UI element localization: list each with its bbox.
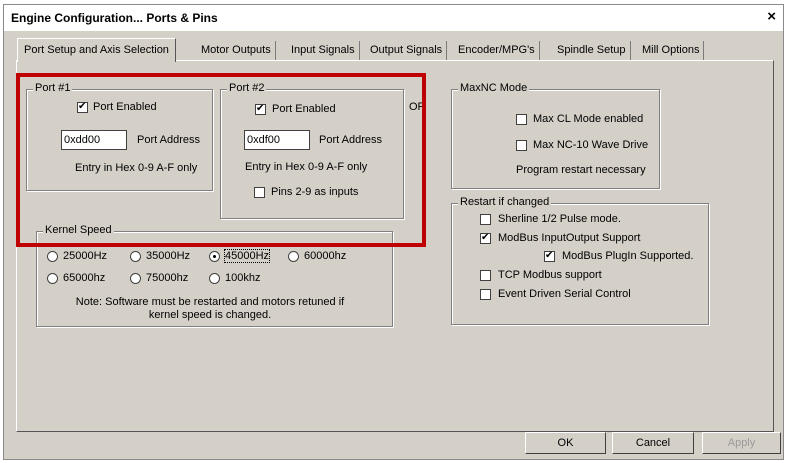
tab-input-signals[interactable]: Input Signals bbox=[287, 41, 360, 60]
event-driven-label: Event Driven Serial Control bbox=[498, 288, 631, 300]
kernel-note: Note: Software must be restarted and mot… bbox=[45, 296, 375, 322]
kernel-label-35000: 35000Hz bbox=[146, 250, 191, 262]
tab-motor-outputs[interactable]: Motor Outputs bbox=[197, 41, 276, 60]
kernel-radio-25000[interactable] bbox=[47, 251, 58, 262]
tcp-modbus-label: TCP Modbus support bbox=[498, 269, 602, 281]
title-bar: Engine Configuration... Ports & Pins × bbox=[4, 5, 783, 31]
kernel-radio-45000[interactable] bbox=[209, 251, 220, 262]
kernel-radio-75000[interactable] bbox=[130, 273, 141, 284]
tcp-modbus-checkbox[interactable] bbox=[480, 270, 491, 281]
window-title: Engine Configuration... Ports & Pins bbox=[11, 11, 218, 25]
max-nc10-label: Max NC-10 Wave Drive bbox=[533, 139, 649, 151]
tab-spindle-setup[interactable]: Spindle Setup bbox=[553, 41, 631, 60]
ok-button[interactable]: OK bbox=[525, 432, 606, 454]
kernel-label-65000: 65000hz bbox=[63, 272, 106, 284]
kernel-note-line2: kernel speed is changed. bbox=[148, 309, 272, 321]
maxnc-group: MaxNC Mode Max CL Mode enabled Max NC-10… bbox=[451, 82, 660, 189]
close-icon[interactable]: × bbox=[767, 9, 776, 24]
modbus-plugin-checkbox[interactable] bbox=[544, 249, 555, 262]
engine-config-dialog: Engine Configuration... Ports & Pins × P… bbox=[3, 4, 784, 460]
cancel-button[interactable]: Cancel bbox=[612, 432, 694, 454]
sherline-label: Sherline 1/2 Pulse mode. bbox=[498, 213, 621, 225]
kernel-label-25000: 25000Hz bbox=[63, 250, 108, 262]
highlight-box bbox=[16, 73, 426, 247]
max-cl-checkbox[interactable] bbox=[516, 114, 527, 125]
kernel-radio-60000[interactable] bbox=[288, 251, 299, 262]
kernel-label-100k: 100khz bbox=[225, 272, 261, 284]
kernel-label-45000: 45000Hz bbox=[223, 249, 271, 263]
maxnc-restart-note: Program restart necessary bbox=[516, 164, 646, 176]
kernel-radio-35000[interactable] bbox=[130, 251, 141, 262]
apply-button[interactable]: Apply bbox=[702, 432, 781, 454]
restart-group: Restart if changed Sherline 1/2 Pulse mo… bbox=[451, 196, 709, 325]
max-nc10-checkbox[interactable] bbox=[516, 140, 527, 151]
tab-mill-options[interactable]: Mill Options bbox=[638, 41, 705, 60]
kernel-label-75000: 75000hz bbox=[146, 272, 189, 284]
kernel-note-line1: Note: Software must be restarted and mot… bbox=[75, 296, 345, 308]
modbus-plugin-label: ModBus PlugIn Supported. bbox=[562, 250, 694, 262]
max-cl-label: Max CL Mode enabled bbox=[533, 113, 644, 125]
maxnc-title: MaxNC Mode bbox=[458, 82, 530, 94]
sherline-checkbox[interactable] bbox=[480, 214, 491, 225]
kernel-radio-100k[interactable] bbox=[209, 273, 220, 284]
tab-encoder-mpg[interactable]: Encoder/MPG's bbox=[454, 41, 540, 60]
restart-title: Restart if changed bbox=[458, 196, 552, 208]
event-driven-checkbox[interactable] bbox=[480, 289, 491, 300]
tab-output-signals[interactable]: Output Signals bbox=[366, 41, 448, 60]
modbus-io-label: ModBus InputOutput Support bbox=[498, 232, 641, 244]
tab-port-setup[interactable]: Port Setup and Axis Selection bbox=[17, 38, 176, 62]
kernel-radio-65000[interactable] bbox=[47, 273, 58, 284]
kernel-label-60000: 60000hz bbox=[304, 250, 347, 262]
modbus-io-checkbox[interactable] bbox=[480, 231, 491, 244]
